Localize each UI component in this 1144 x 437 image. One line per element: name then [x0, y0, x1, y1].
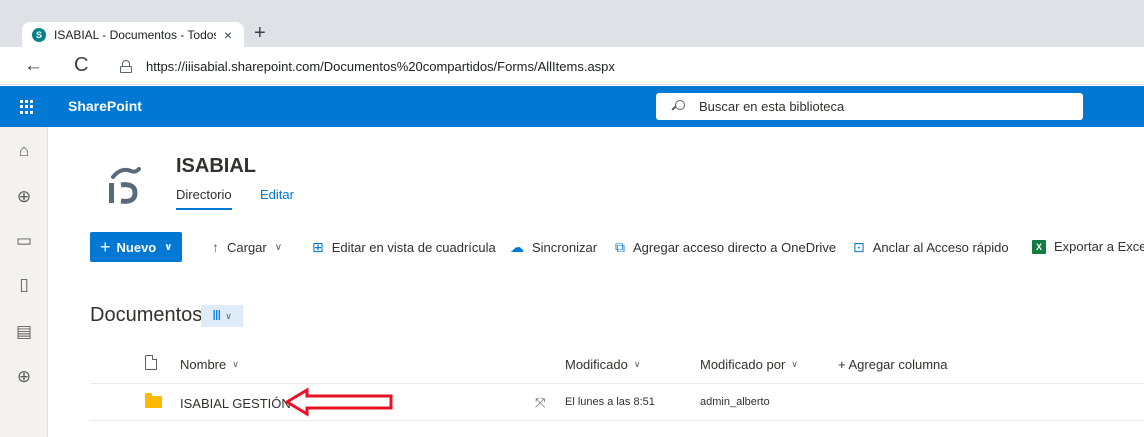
chevron-down-icon: ∨ — [274, 241, 283, 253]
excel-icon: X — [1032, 239, 1046, 254]
new-button-label: Nuevo — [116, 239, 157, 255]
folder-name-link[interactable]: ISABIAL GESTIÓN — [180, 396, 291, 411]
view-switcher[interactable]: Ⅲ ∨ — [201, 305, 243, 327]
upload-button[interactable]: ↑ Cargar ∨ — [212, 239, 282, 255]
column-header-modified-by[interactable]: Modificado por ∨ — [700, 357, 798, 372]
sharepoint-favicon-icon: S — [32, 27, 46, 42]
modified-by: admin_alberto — [700, 396, 770, 408]
search-input[interactable] — [699, 99, 1079, 114]
column-modified-label: Modificado — [565, 357, 628, 372]
search-icon — [671, 100, 685, 113]
library-search-box[interactable] — [656, 93, 1083, 120]
pin-label: Anclar al Acceso rápido — [872, 240, 1009, 255]
reload-icon[interactable]: C — [74, 54, 88, 77]
site-logo[interactable] — [105, 157, 145, 207]
upload-arrow-icon: ↑ — [212, 239, 219, 255]
new-button[interactable]: + Nuevo ∨ — [90, 232, 182, 262]
tab-close-icon[interactable]: × — [224, 27, 232, 43]
address-bar[interactable]: https://iiisabial.sharepoint.com/Documen… — [108, 52, 1144, 80]
red-callout-arrow-icon — [285, 387, 393, 417]
left-app-rail: ⌂ ⊕ ▭ ▯ ▤ ⊕ — [0, 127, 48, 437]
column-header-modified[interactable]: Modificado ∨ — [565, 357, 640, 372]
globe-icon[interactable]: ⊕ — [0, 187, 48, 207]
lock-icon[interactable] — [120, 59, 132, 73]
sync-label: Sincronizar — [532, 240, 598, 255]
folder-icon — [145, 393, 162, 408]
export-excel-button[interactable]: X Exportar a Excel — [1032, 239, 1144, 254]
add-column-button[interactable]: + Agregar columna — [838, 357, 947, 372]
export-label: Exportar a Excel — [1054, 239, 1144, 254]
new-tab-button[interactable]: + — [254, 22, 266, 44]
column-name-label: Nombre — [180, 357, 227, 372]
chevron-down-icon: ∨ — [232, 359, 239, 369]
back-arrow-icon[interactable]: ← — [24, 55, 43, 77]
shortcut-label: Agregar acceso directo a OneDrive — [633, 240, 837, 255]
grid-icon: ⊞ — [312, 239, 324, 255]
document-icon[interactable]: ▯ — [0, 275, 48, 295]
sync-cloud-icon: ☁ — [510, 239, 524, 255]
chevron-down-icon: ∨ — [164, 241, 173, 253]
grid-edit-label: Editar en vista de cuadrícula — [331, 240, 496, 255]
chevron-down-icon: ∨ — [633, 359, 641, 369]
pin-icon: ⊡ — [853, 239, 865, 255]
url-text: https://iiisabial.sharepoint.com/Documen… — [146, 58, 615, 74]
site-nav-edit-link[interactable]: Editar — [260, 187, 294, 202]
plus-icon: + — [100, 236, 111, 257]
lists-icon[interactable]: ▤ — [0, 322, 48, 342]
browser-toolbar: ← C https://iiisabial.sharepoint.com/Doc… — [0, 47, 1144, 85]
grid-view-edit-button[interactable]: ⊞ Editar en vista de cuadrícula — [312, 239, 496, 256]
tab-title: ISABIAL - Documentos - Todos lo — [54, 27, 216, 42]
upload-label: Cargar — [227, 239, 267, 255]
library-view-icon: Ⅲ — [212, 308, 222, 323]
site-title[interactable]: ISABIAL — [176, 155, 256, 178]
create-icon[interactable]: ⊕ — [0, 367, 48, 387]
sync-button[interactable]: ☁ Sincronizar — [510, 239, 597, 256]
command-bar: + Nuevo ∨ ↑ Cargar ∨ ⊞ Editar en vista d… — [48, 231, 1144, 263]
sharepoint-brand-link[interactable]: SharePoint — [68, 98, 142, 114]
home-icon[interactable]: ⌂ — [0, 141, 48, 161]
modified-date: El lunes a las 8:51 — [565, 396, 655, 408]
pin-quick-access-button[interactable]: ⊡ Anclar al Acceso rápido — [853, 239, 1009, 256]
chevron-down-icon: ∨ — [225, 310, 232, 321]
browser-tab[interactable]: S ISABIAL - Documentos - Todos lo × — [22, 22, 244, 47]
sync-status-icon: ⤧ — [535, 395, 546, 410]
add-column-label: + Agregar columna — [838, 357, 948, 372]
chevron-down-icon: ∨ — [791, 359, 798, 369]
site-nav-directorio[interactable]: Directorio — [176, 187, 232, 210]
app-launcher-icon[interactable] — [20, 100, 34, 114]
file-type-header-icon[interactable] — [145, 355, 157, 370]
news-icon[interactable]: ▭ — [0, 231, 48, 251]
library-title: Documentos — [90, 304, 203, 326]
add-shortcut-button[interactable]: ⧉ Agregar acceso directo a OneDrive — [615, 239, 836, 256]
suite-bar: SharePoint — [0, 86, 1144, 127]
shortcut-icon: ⧉ — [615, 239, 625, 255]
browser-tabstrip: S ISABIAL - Documentos - Todos lo × + — [0, 0, 1144, 47]
column-header-name[interactable]: Nombre ∨ — [180, 357, 239, 372]
column-modified-by-label: Modificado por — [700, 357, 786, 372]
